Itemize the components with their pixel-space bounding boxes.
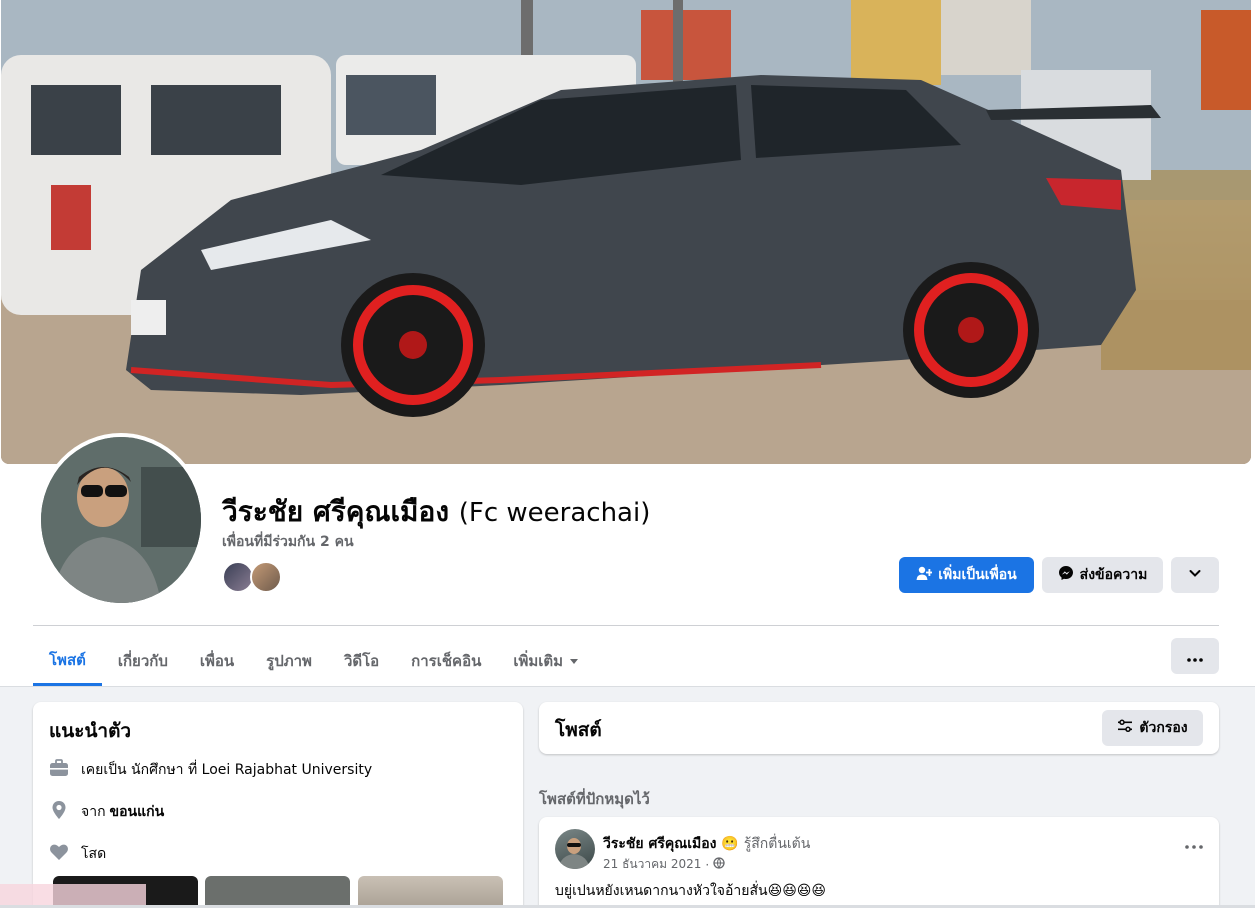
post-author-avatar[interactable]: [555, 829, 595, 869]
tab-checkins[interactable]: การเช็คอิน: [395, 636, 497, 686]
tab-about[interactable]: เกี่ยวกับ: [102, 636, 184, 686]
caret-down-icon: [569, 652, 579, 670]
tab-videos[interactable]: วิดีโอ: [328, 636, 395, 686]
profile-more-button[interactable]: [1171, 557, 1219, 593]
profile-alt-name: (Fc weerachai): [458, 498, 651, 528]
post-meta: 21 ธันวาคม 2021 ·: [603, 855, 725, 874]
intro-relationship: โสด: [49, 842, 106, 866]
cover-photo[interactable]: [1, 0, 1251, 464]
featured-photo[interactable]: [358, 876, 503, 908]
post-author-line: วีระชัย ศรีคุณเมือง 😬 รู้สึกตื่นเต้น: [603, 833, 810, 855]
tab-posts[interactable]: โพสต์: [33, 636, 102, 686]
post-feeling: รู้สึกตื่นเต้น: [743, 836, 811, 852]
profile-tabs: โพสต์ เกี่ยวกับ เพื่อน รูปภาพ วิดีโอ การ…: [33, 636, 595, 686]
featured-photo[interactable]: [205, 876, 350, 908]
post-options-button[interactable]: [1185, 833, 1203, 854]
intro-from-prefix: จาก: [81, 804, 106, 820]
ellipsis-icon: [1187, 647, 1203, 666]
header-bottom-border: [0, 686, 1255, 687]
chevron-down-icon: [1188, 566, 1202, 584]
tab-label: โพสต์: [49, 650, 86, 669]
tab-label: เพิ่มเติม: [513, 652, 564, 670]
tab-label: วิดีโอ: [343, 652, 380, 670]
add-friend-icon: [916, 565, 934, 585]
intro-from: จาก ขอนแก่น: [49, 800, 164, 824]
pinned-posts-label: โพสต์ที่ปักหมุดไว้: [539, 790, 650, 808]
tab-label: การเช็คอิน: [411, 652, 482, 670]
profile-name: วีระชัย ศรีคุณเมือง (Fc weerachai): [222, 490, 650, 534]
intro-work-text: เคยเป็น นักศึกษา ที่ Loei Rajabhat Unive…: [81, 762, 373, 778]
heart-icon: [49, 842, 69, 866]
post-text: บยู่เปนหยังเหนดากนางหัวใจอ้ายสั่น😆😆😆😆: [555, 883, 826, 899]
posts-title: โพสต์: [555, 719, 602, 741]
tab-label: รูปภาพ: [266, 652, 312, 670]
add-friend-button[interactable]: เพิ่มเป็นเพื่อน: [899, 557, 1034, 593]
filter-sliders-icon: [1117, 718, 1133, 738]
tab-friends[interactable]: เพื่อน: [184, 636, 250, 686]
intro-card: แนะนำตัว เคยเป็น นักศึกษา ที่ Loei Rajab…: [33, 702, 523, 908]
tabs-more-options-button[interactable]: [1171, 638, 1219, 674]
tab-label: เพื่อน: [199, 652, 235, 670]
tab-photos[interactable]: รูปภาพ: [250, 636, 328, 686]
avatar-photo: [41, 437, 201, 603]
tab-more[interactable]: เพิ่มเติม: [497, 636, 595, 686]
cover-image: [1, 0, 1251, 464]
header-divider: [33, 625, 1219, 626]
profile-name-text: วีระชัย ศรีคุณเมือง: [222, 495, 449, 528]
post-author-name[interactable]: วีระชัย ศรีคุณเมือง: [603, 836, 717, 852]
add-friend-label: เพิ่มเป็นเพื่อน: [938, 567, 1017, 583]
ellipsis-icon: [1185, 833, 1203, 854]
intro-work: เคยเป็น นักศึกษา ที่ Loei Rajabhat Unive…: [49, 758, 372, 782]
feeling-emoji-icon: 😬: [721, 836, 739, 852]
mutual-friend-avatar[interactable]: [250, 561, 282, 593]
tab-label: เกี่ยวกับ: [117, 652, 168, 670]
location-pin-icon: [49, 800, 69, 824]
message-label: ส่งข้อความ: [1079, 567, 1148, 583]
profile-avatar[interactable]: [37, 433, 205, 607]
pinned-post: วีระชัย ศรีคุณเมือง 😬 รู้สึกตื่นเต้น 21 …: [539, 817, 1219, 908]
intro-from-place[interactable]: ขอนแก่น: [110, 801, 165, 823]
globe-icon: [713, 857, 725, 872]
mutual-friends-count[interactable]: เพื่อนที่มีร่วมกัน 2 คน: [222, 531, 354, 553]
posts-header-card: โพสต์ ตัวกรอง: [539, 702, 1219, 754]
message-button[interactable]: ส่งข้อความ: [1042, 557, 1163, 593]
filter-button[interactable]: ตัวกรอง: [1102, 710, 1203, 746]
filter-label: ตัวกรอง: [1139, 720, 1188, 736]
intro-relationship-text: โสด: [81, 846, 107, 862]
post-date[interactable]: 21 ธันวาคม 2021: [603, 855, 701, 874]
intro-title: แนะนำตัว: [49, 720, 132, 742]
messenger-icon: [1058, 565, 1074, 585]
briefcase-icon: [49, 758, 69, 782]
